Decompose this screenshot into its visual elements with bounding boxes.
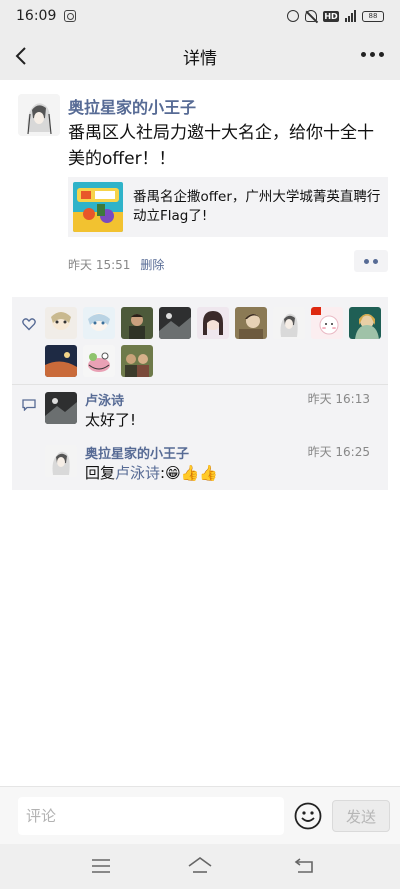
- link-title: 番禺名企撒offer，广州大学城菁英直聘行动立Flag了!: [133, 189, 381, 224]
- like-avatar[interactable]: [83, 307, 115, 339]
- commenter-name[interactable]: 奥拉星家的小王子: [85, 443, 189, 462]
- nav-bar: 详情: [0, 32, 400, 80]
- delete-link[interactable]: 删除: [140, 256, 164, 273]
- signal-icon: [345, 10, 356, 22]
- shared-link-card[interactable]: 番禺名企撒offer，广州大学城菁英直聘行动立Flag了!: [68, 177, 388, 237]
- like-avatar[interactable]: [197, 307, 229, 339]
- back-icon[interactable]: [292, 854, 318, 878]
- comment-input-bar: 发送: [0, 786, 400, 844]
- commenter-name[interactable]: 卢泳诗: [85, 390, 124, 409]
- wechat-notification-icon: [64, 10, 77, 22]
- commenter-avatar[interactable]: [45, 392, 77, 424]
- like-avatar[interactable]: [121, 345, 153, 377]
- like-avatar[interactable]: [45, 307, 77, 339]
- home-icon[interactable]: [187, 854, 213, 878]
- comment-time: 昨天 16:13: [307, 392, 370, 406]
- comment-text: 太好了!: [85, 411, 137, 429]
- like-comment-menu-button[interactable]: [354, 250, 388, 272]
- status-bar: 16:09 HD 88: [0, 0, 400, 32]
- comment-item[interactable]: 奥拉星家的小王子 昨天 16:25 回复卢泳诗:😁👍👍: [45, 445, 380, 495]
- page-title: 详情: [183, 48, 217, 69]
- reply-to-name[interactable]: 卢泳诗: [115, 464, 160, 482]
- like-avatar[interactable]: [83, 345, 115, 377]
- interaction-panel: 卢泳诗 昨天 16:13 太好了! 奥拉星家的小王子 昨天 16:25 回复卢泳…: [12, 297, 388, 490]
- author-avatar[interactable]: [18, 94, 60, 136]
- comment-input[interactable]: [18, 797, 284, 835]
- author-name[interactable]: 奥拉星家的小王子: [68, 94, 196, 118]
- like-avatar[interactable]: [311, 307, 343, 339]
- reply-text: 回复卢泳诗:😁👍👍: [85, 462, 218, 483]
- comment-time: 昨天 16:25: [307, 445, 370, 459]
- like-avatar[interactable]: [273, 307, 305, 339]
- post-time: 昨天 15:51: [68, 258, 131, 272]
- send-button[interactable]: 发送: [332, 800, 390, 832]
- heart-icon: [22, 318, 36, 331]
- like-avatar[interactable]: [349, 307, 381, 339]
- panel-divider: [12, 384, 388, 385]
- back-arrow-icon[interactable]: [10, 44, 34, 68]
- emoji-icon[interactable]: [293, 801, 323, 831]
- like-avatar[interactable]: [159, 307, 191, 339]
- post-text: 番禺区人社局力邀十大名企，给你十全十美的offer！！: [68, 123, 374, 169]
- reply-prefix: 回复: [85, 464, 116, 482]
- comment-icon: [22, 399, 36, 411]
- hd-icon: HD: [323, 10, 339, 22]
- link-thumbnail: [73, 182, 123, 232]
- reply-content: 😁👍👍: [165, 464, 219, 482]
- battery-icon: 88: [362, 10, 384, 22]
- post-meta: 昨天 15:51 删除: [68, 256, 164, 273]
- like-avatar[interactable]: [235, 307, 267, 339]
- like-avatar[interactable]: [121, 307, 153, 339]
- mute-icon: [305, 10, 317, 22]
- like-avatar[interactable]: [45, 345, 77, 377]
- menu-icon[interactable]: [88, 854, 114, 878]
- comment-item[interactable]: 卢泳诗 昨天 16:13 太好了!: [45, 392, 380, 442]
- more-options-icon[interactable]: [361, 52, 384, 57]
- commenter-avatar[interactable]: [45, 445, 77, 477]
- system-nav-bar: [0, 844, 400, 889]
- alarm-icon: [287, 10, 299, 22]
- clock-text: 16:09: [16, 8, 57, 24]
